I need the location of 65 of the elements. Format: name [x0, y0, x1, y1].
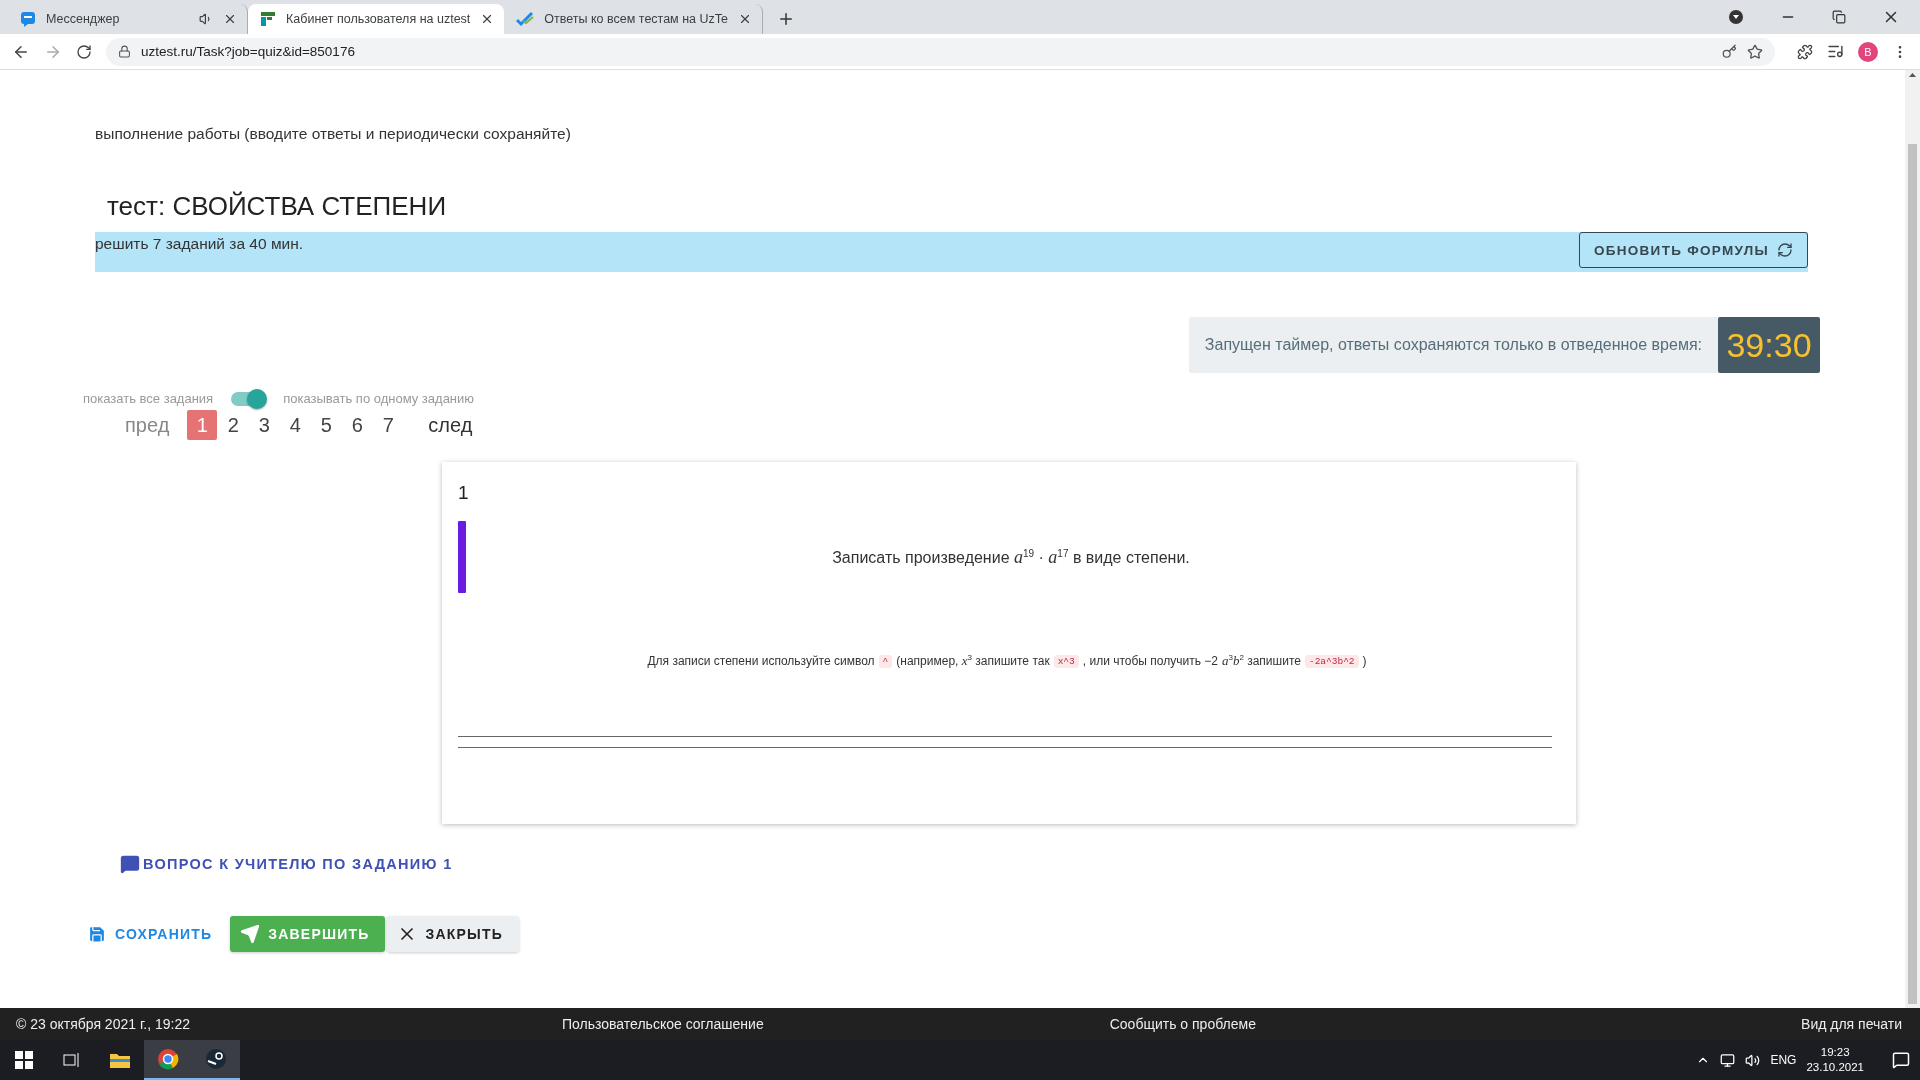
dropdown-icon[interactable]	[1728, 9, 1744, 25]
page-number[interactable]: 7	[373, 410, 404, 440]
send-icon	[240, 924, 261, 944]
key-icon[interactable]	[1722, 44, 1737, 59]
refresh-icon	[1777, 242, 1793, 258]
print-link[interactable]: Вид для печати	[1602, 1016, 1902, 1032]
new-tab-icon[interactable]	[777, 10, 795, 28]
prev-link[interactable]: пред	[117, 413, 178, 437]
save-button[interactable]: СОХРАНИТЬ	[77, 916, 229, 952]
lock-icon	[118, 45, 131, 58]
timer-value: 39:30	[1718, 317, 1820, 373]
volume-icon[interactable]	[1745, 1052, 1761, 1068]
code-snippet: -2a^3b^2	[1304, 654, 1359, 668]
scroll-up-icon[interactable]	[1908, 70, 1917, 80]
language-indicator[interactable]: ENG	[1770, 1053, 1797, 1067]
hint-text: Для записи степени используйте символ	[647, 654, 875, 668]
view-toggle[interactable]	[231, 391, 266, 406]
restore-icon[interactable]	[1832, 10, 1846, 24]
question-number: 1	[458, 482, 470, 504]
close-tab-icon[interactable]	[223, 12, 237, 26]
question-text: Записать произведение a$^{19}$ · a$^{17}$ в виде степени.	[831, 546, 1191, 568]
address-field[interactable]: uztest.ru/Task?job=quiz&id=850176	[106, 37, 1775, 66]
browser-icon[interactable]	[144, 1040, 192, 1080]
report-link[interactable]: Сообщить о проблеме	[1109, 1016, 1256, 1032]
site-logo-icon	[260, 11, 276, 27]
page-subtitle: выполнение работы (вводите ответы и периодически сохраняйте)	[95, 125, 572, 143]
agreement-link[interactable]: Пользовательское соглашение	[562, 1016, 764, 1032]
code-snippet: ^	[878, 654, 893, 668]
star-icon[interactable]	[1747, 43, 1763, 60]
task-summary: решить 7 заданий за 40 мин.	[95, 234, 304, 253]
toggle-label: показывать по одному заданию	[283, 391, 475, 406]
extensions-icon[interactable]	[1797, 43, 1813, 60]
ask-teacher-link[interactable]: ВОПРОС К УЧИТЕЛЮ ПО ЗАДАНИЮ 1	[120, 854, 1905, 874]
hint-text: a$^{3}$b$^{2}$ запишите	[1221, 653, 1301, 669]
copyright-text: © 23 октября 2021 г., 19:22	[16, 1016, 191, 1032]
checkmark-logo-icon	[516, 11, 535, 27]
hint-text: (например, x$^{3}$ запишите так	[896, 653, 1050, 669]
notifications-icon[interactable]	[1892, 1051, 1910, 1069]
network-icon[interactable]	[1720, 1052, 1736, 1068]
profile-avatar[interactable]: В	[1858, 41, 1878, 62]
refresh-formulas-button[interactable]: ОБНОВИТЬ ФОРМУЛЫ	[1578, 232, 1808, 268]
hint-text: , или чтобы получить −2	[1082, 654, 1218, 668]
hint-text: )	[1362, 654, 1367, 668]
page-number[interactable]: 3	[249, 410, 280, 440]
close-button[interactable]: ЗАКРЫТЬ	[387, 916, 519, 952]
accent-bar	[458, 521, 466, 593]
timer-label: Запущен таймер, ответы сохраняются только в отведенное время:	[1204, 336, 1702, 354]
page-number[interactable]: 6	[342, 410, 373, 440]
media-icon[interactable]	[1827, 43, 1844, 60]
page-number[interactable]: 4	[280, 410, 311, 440]
browser-tab[interactable]: Кабинет пользователя на uztest	[248, 4, 505, 34]
reload-icon[interactable]	[76, 43, 92, 60]
toggle-label: показать все задания	[83, 391, 214, 406]
clock[interactable]: 19:23 23.10.2021	[1806, 1045, 1864, 1075]
test-title: тест: СВОЙСТВА СТЕПЕНИ	[107, 191, 448, 222]
close-tab-icon[interactable]	[738, 12, 752, 26]
chat-bubble-icon	[20, 11, 36, 27]
code-snippet: x^3	[1053, 654, 1079, 668]
next-link[interactable]: след	[420, 413, 481, 437]
page-number[interactable]: 5	[311, 410, 342, 440]
save-icon	[87, 924, 107, 944]
comment-icon	[120, 854, 140, 874]
page-number[interactable]: 2	[218, 410, 249, 440]
scrollbar-thumb[interactable]	[1908, 144, 1917, 1004]
game-launcher-icon[interactable]	[192, 1040, 240, 1080]
